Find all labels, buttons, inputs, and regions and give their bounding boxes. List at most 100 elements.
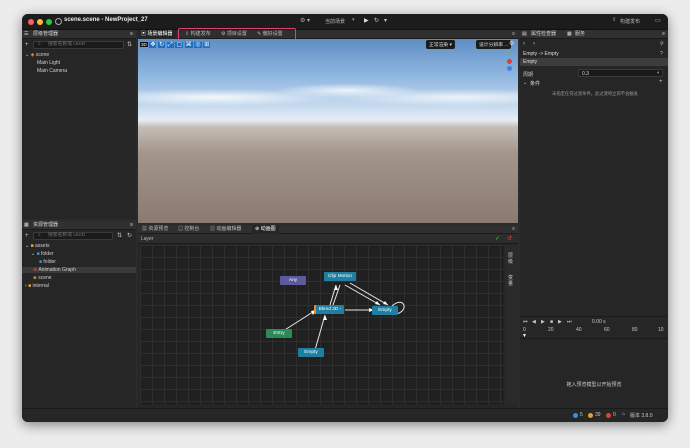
expand-icon[interactable]: ⌄ [31,251,35,257]
tab-inspector[interactable]: 属性检查器 [531,31,556,37]
warning-count[interactable]: 39 [595,412,601,418]
scene-select-icon[interactable]: ⚙ ▾ [300,17,310,24]
preview-play-icon[interactable]: ▶ [541,319,545,325]
assets-menu-icon[interactable]: ≡ [130,221,133,230]
publish-button[interactable]: 构建发布 [620,18,640,25]
animation-graph-icon: ⊛ [255,226,260,232]
state-node-any[interactable]: Any [280,276,306,285]
skip-start-icon[interactable]: ⏮ [523,319,528,325]
move-tool-icon[interactable]: ✥ [149,42,157,48]
expand-icon[interactable]: ⌄ [25,52,29,58]
preview-controls: ⏮ ◀ ▶ ■ ▶ ⏭ 0.00 s [520,316,668,326]
play-button[interactable]: ▶ [364,17,369,24]
error-icon [606,413,611,418]
step-back-icon[interactable]: ◀ [532,319,536,325]
publish-icon[interactable]: ⇪ [612,17,616,23]
stop-icon[interactable]: ■ [550,319,553,325]
state-node-clip-motion[interactable]: Clip Motion [324,272,356,281]
assets-item-scene[interactable]: ◈ scene [33,275,52,281]
ruler-label: 40 [576,327,582,333]
axis-gizmo[interactable]: Y [504,52,516,74]
help-icon[interactable]: ? [660,51,663,57]
rect-tool-icon[interactable]: ▢ [175,42,183,48]
assets-item-folder[interactable]: ⌄ ■ folder [31,251,54,257]
scene-toolbar: 3D ✥ ↻ ⤢ ▢ ⌘ ◎ ⊞ [140,41,211,48]
side-tab-variables[interactable]: 变量 [508,275,515,287]
search-icon: ⌕ [38,233,41,238]
pivot-icon[interactable]: ◎ [194,42,202,48]
hierarchy-item-main-light[interactable]: Main Light [37,60,60,66]
info-count[interactable]: 5 [580,412,583,418]
conditions-expand-icon[interactable]: ⌄ [523,80,527,86]
step-forward-icon[interactable]: ▶ [558,319,562,325]
rotate-tool-icon[interactable]: ↻ [158,42,166,48]
state-node-blend-2d[interactable]: Blend 2D › [314,305,344,314]
hierarchy-search-input[interactable]: ⌕ 搜索名称或 UUID [33,41,124,49]
add-condition-icon[interactable]: + [659,79,663,85]
assets-item-internal[interactable]: › ■ internal [25,283,49,289]
assets-sort-icon[interactable]: ⇅ [117,232,122,239]
side-tab-layers[interactable]: 层级 [508,253,515,265]
y-axis-icon: Y [508,52,512,58]
confirm-icon[interactable]: ✓ [495,235,500,242]
revert-icon[interactable]: ↺ [507,235,512,242]
refresh-icon[interactable]: ↻ [374,17,379,24]
transform-tool-icon[interactable]: ⌘ [184,42,193,48]
state-node-entry[interactable]: Entry [266,329,292,338]
hierarchy-filter-icon[interactable]: ⇅ [127,41,132,48]
state-node-empty-bottom[interactable]: Empty [298,348,324,357]
assets-item-subfolder[interactable]: ■ folder [39,259,56,265]
hierarchy-menu-icon[interactable]: ≡ [130,30,133,39]
scene-select[interactable]: 当前场景 [325,18,345,25]
assets-refresh-icon[interactable]: ↻ [127,232,132,239]
hierarchy-item-scene[interactable]: ⌄ ◈ scene [25,52,49,58]
zoom-window-button[interactable] [46,19,52,25]
pin-icon[interactable]: ⚲ [660,41,664,47]
scene-menu-icon[interactable]: ≡ [512,30,515,39]
forward-icon[interactable]: › [533,41,535,47]
assets-add-icon[interactable]: + [25,233,29,239]
version-label: 版本 3.8.0 [630,413,653,419]
expand-icon[interactable]: › [25,283,27,289]
bottom-menu-icon[interactable]: ≡ [512,225,515,234]
scene-viewport[interactable] [138,39,518,223]
render-mode-select[interactable]: 正常渲染 ▾ [426,40,455,49]
duration-input[interactable]: 0.3 ◐ [578,69,663,77]
scene-camera-icon[interactable]: ⚙ [509,40,514,47]
inspector-menu-icon[interactable]: ≡ [662,30,665,39]
state-node-empty-right[interactable]: Empty [372,306,398,315]
skip-end-icon[interactable]: ⏭ [567,319,572,325]
graph-canvas[interactable]: Any Clip Motion Blend 2D › Empty Entry E… [140,245,504,405]
minimize-window-button[interactable] [37,19,43,25]
playhead-icon[interactable]: ▼ [522,333,527,339]
expand-icon[interactable]: ⌄ [25,243,29,249]
animation-graph-panel: ▦ 资源预览 ▤ 控制台 ▥ 动画编辑器 ⊛ 动画图 ≡ Layer ✓ ↺ A… [138,225,518,408]
3d-toggle[interactable]: 3D [140,42,148,47]
layout-icon[interactable]: ▭ [655,17,661,24]
scene-tab-icon: ▣ [141,31,147,37]
tab-animation-editor[interactable]: ▥ 动画编辑器 [208,225,241,234]
assets-search-input[interactable]: ⌕ 搜索名称或 UUID [33,232,113,240]
tab-scene-editor[interactable]: ▣ 场景编辑器 [138,30,176,39]
resolution-select[interactable]: 设计分辨率 ... [476,40,512,49]
tab-service[interactable]: 服务 [575,30,585,39]
tab-asset-preview[interactable]: ▦ 资源预览 [140,225,168,234]
error-count[interactable]: 0 [613,412,616,418]
assets-item-animation-graph[interactable]: ⊛ Animation Graph [22,267,136,273]
stepper-icon[interactable]: ◐ [657,70,660,76]
space-icon[interactable]: ⊞ [203,42,211,48]
transition-clip-empty-b[interactable] [349,282,389,306]
tab-animation-graph[interactable]: ⊛ 动画图 [252,225,279,234]
assets-item-assets[interactable]: ⌄ ■ assets [25,243,49,249]
hierarchy-add-icon[interactable]: + [25,42,29,48]
conditions-empty-text: 未指定任何过渡条件。此过渡将立即不会触发 [552,91,638,96]
hierarchy-item-main-camera[interactable]: Main Camera [37,68,67,74]
timeline-ruler[interactable]: 0 20 40 60 80 10 ▼ [520,327,668,339]
scale-tool-icon[interactable]: ⤢ [166,42,174,48]
tab-console[interactable]: ▤ 控制台 [176,225,199,234]
transition-clip-empty-a[interactable] [344,284,381,306]
folder-icon: ■ [39,259,43,265]
more-icon[interactable]: ▾ [384,17,387,24]
back-icon[interactable]: ‹ [523,41,525,47]
close-window-button[interactable] [28,19,34,25]
